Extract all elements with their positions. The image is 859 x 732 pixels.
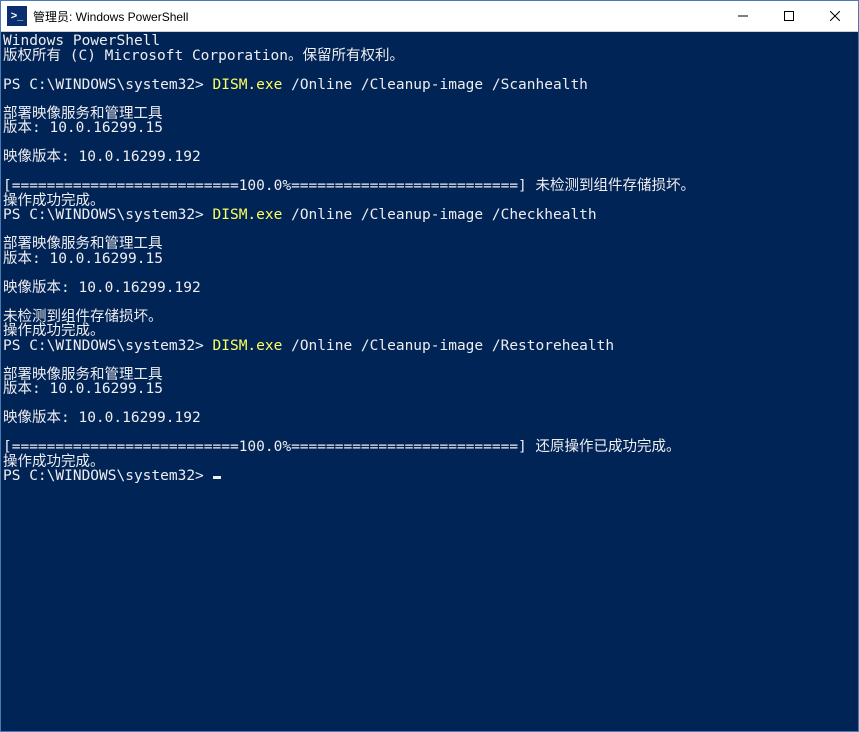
version-line-2: 版本: 10.0.16299.15: [3, 251, 163, 267]
cmd-2-head: DISM.exe: [213, 207, 283, 223]
cmd-1-head: DISM.exe: [213, 77, 283, 93]
prompt-1: PS C:\WINDOWS\system32>: [3, 77, 213, 93]
terminal-area[interactable]: Windows PowerShell 版权所有 (C) Microsoft Co…: [1, 32, 858, 731]
close-icon: [830, 11, 840, 21]
close-button[interactable]: [812, 1, 858, 31]
minimize-icon: [738, 11, 748, 21]
prompt-2: PS C:\WINDOWS\system32>: [3, 207, 213, 223]
cmd-3-tail: /Online /Cleanup-image /Restorehealth: [282, 338, 614, 354]
cmd-3-head: DISM.exe: [213, 338, 283, 354]
cmd-1-tail: /Online /Cleanup-image /Scanhealth: [282, 77, 588, 93]
final-prompt: PS C:\WINDOWS\system32>: [3, 468, 213, 484]
image-version-2: 映像版本: 10.0.16299.192: [3, 280, 201, 296]
title-bar[interactable]: >_ 管理员: Windows PowerShell: [1, 1, 858, 32]
powershell-window: >_ 管理员: Windows PowerShell Windows Power…: [0, 0, 859, 732]
window-title: 管理员: Windows PowerShell: [33, 8, 720, 25]
powershell-icon-glyph: >_: [11, 10, 24, 22]
maximize-icon: [784, 11, 794, 21]
version-line-3: 版本: 10.0.16299.15: [3, 381, 163, 397]
progress-line-3: [==========================100.0%=======…: [3, 439, 681, 455]
progress-line-1: [==========================100.0%=======…: [3, 178, 695, 194]
powershell-icon: >_: [7, 6, 27, 26]
window-controls: [720, 1, 858, 31]
copyright-line: 版权所有 (C) Microsoft Corporation。保留所有权利。: [3, 48, 404, 64]
cursor: [213, 476, 221, 479]
cmd-2-tail: /Online /Cleanup-image /Checkhealth: [282, 207, 596, 223]
image-version-1: 映像版本: 10.0.16299.192: [3, 149, 201, 165]
prompt-3: PS C:\WINDOWS\system32>: [3, 338, 213, 354]
version-line-1: 版本: 10.0.16299.15: [3, 120, 163, 136]
image-version-3: 映像版本: 10.0.16299.192: [3, 410, 201, 426]
terminal-output: Windows PowerShell 版权所有 (C) Microsoft Co…: [3, 34, 858, 484]
minimize-button[interactable]: [720, 1, 766, 31]
maximize-button[interactable]: [766, 1, 812, 31]
